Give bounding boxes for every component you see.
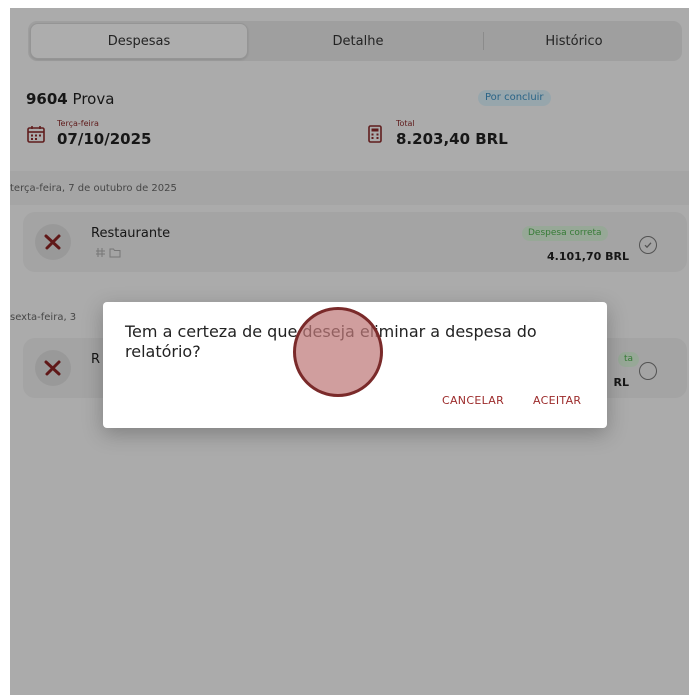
touch-indicator xyxy=(293,307,383,397)
cancel-button[interactable]: CANCELAR xyxy=(442,394,504,407)
accept-button[interactable]: ACEITAR xyxy=(533,394,581,407)
app-screen: Despesas Detalhe Histórico 9604 Prova Po… xyxy=(10,8,689,695)
